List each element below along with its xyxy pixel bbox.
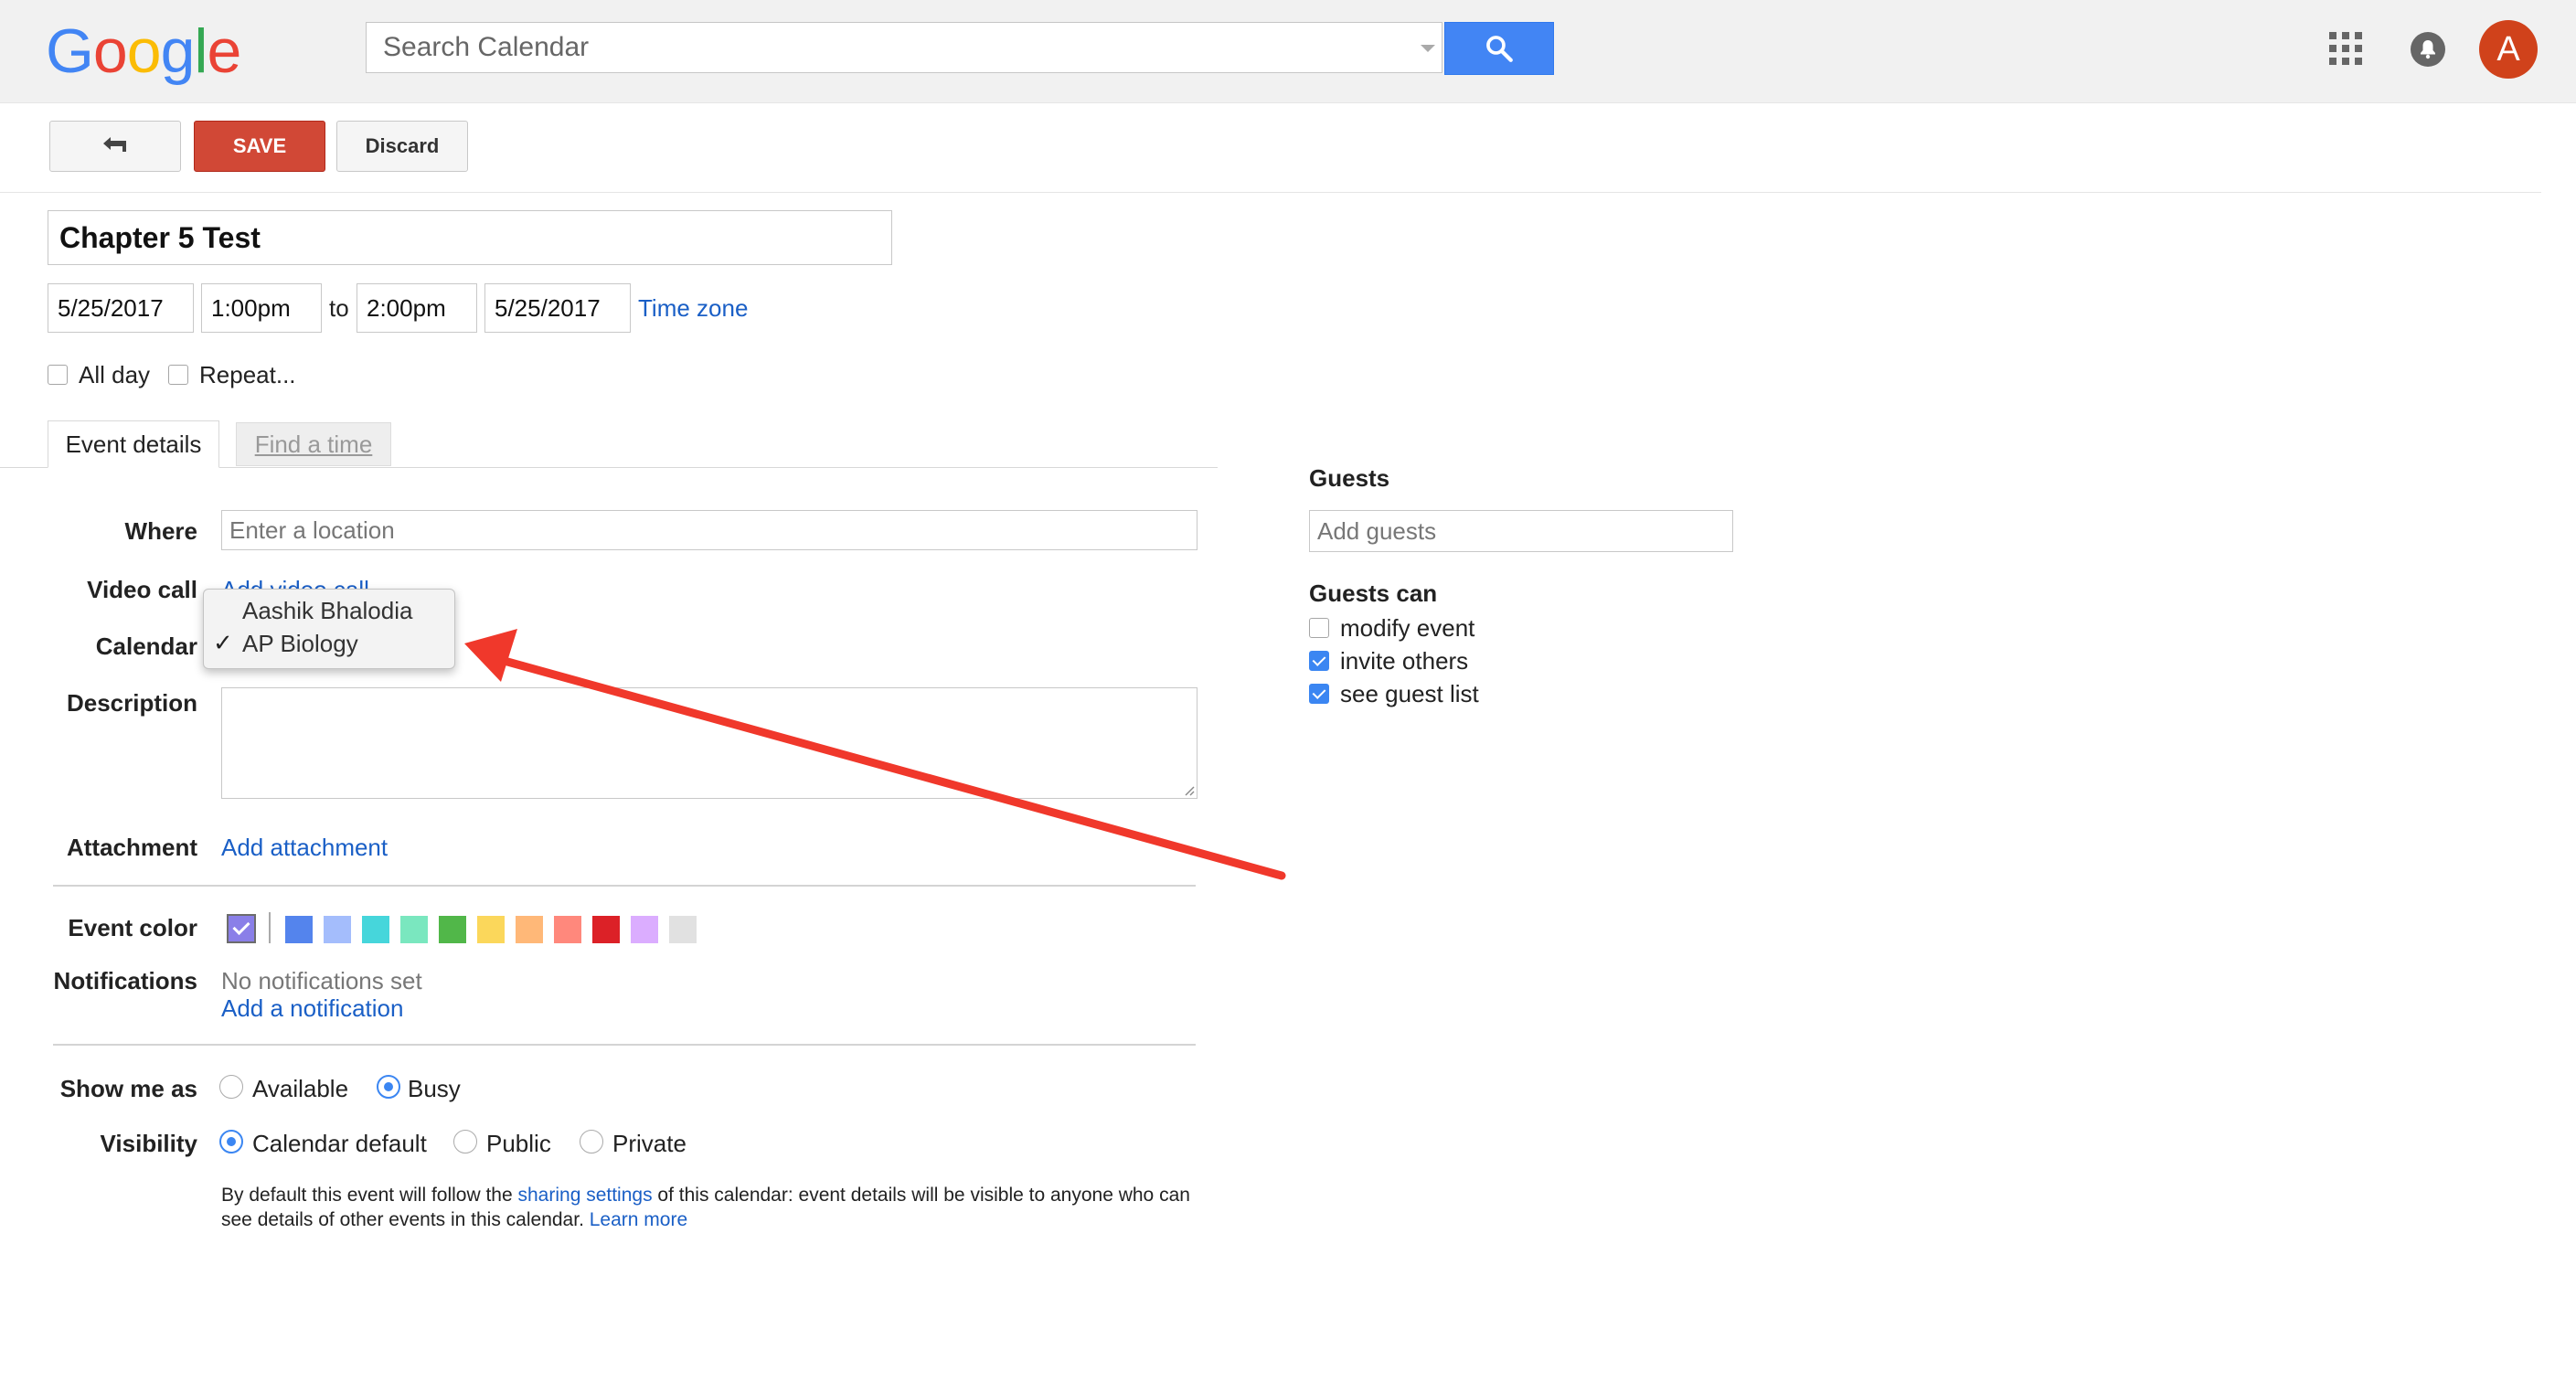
annotation-arrow	[464, 629, 1286, 880]
